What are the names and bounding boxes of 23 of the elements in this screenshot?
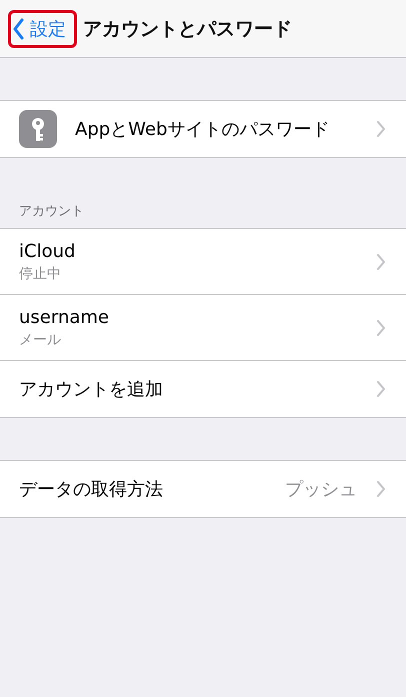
chevron-icon xyxy=(377,320,386,336)
screen-title: アカウントとパスワード xyxy=(83,16,292,42)
chevron-icon xyxy=(377,254,386,270)
chevron-icon xyxy=(377,481,386,497)
chevron-icon xyxy=(377,121,386,137)
settings-row[interactable]: データの取得方法 プッシュ xyxy=(0,461,406,517)
section-header: アカウント xyxy=(18,203,85,221)
row-title: データの取得方法 xyxy=(19,478,164,501)
row-subtitle: メール xyxy=(19,330,62,348)
row-title: username xyxy=(19,306,110,328)
settings-row[interactable]: iCloud 停止中 xyxy=(0,229,406,295)
settings-row[interactable]: username メール xyxy=(0,295,406,361)
row-title: アカウントを追加 xyxy=(19,378,164,401)
back-chevron-icon xyxy=(13,18,24,40)
settings-row[interactable]: アカウントを追加 xyxy=(0,361,406,417)
row-subtitle: 停止中 xyxy=(19,264,62,282)
back-button[interactable]: 設定 xyxy=(8,10,77,48)
row-title: AppとWebサイトのパスワード xyxy=(75,118,330,141)
row-title: iCloud xyxy=(19,240,76,262)
key-icon xyxy=(19,110,57,148)
chevron-icon xyxy=(377,381,386,397)
settings-row[interactable]: AppとWebサイトのパスワード xyxy=(0,101,406,157)
row-value: プッシュ xyxy=(285,478,357,501)
